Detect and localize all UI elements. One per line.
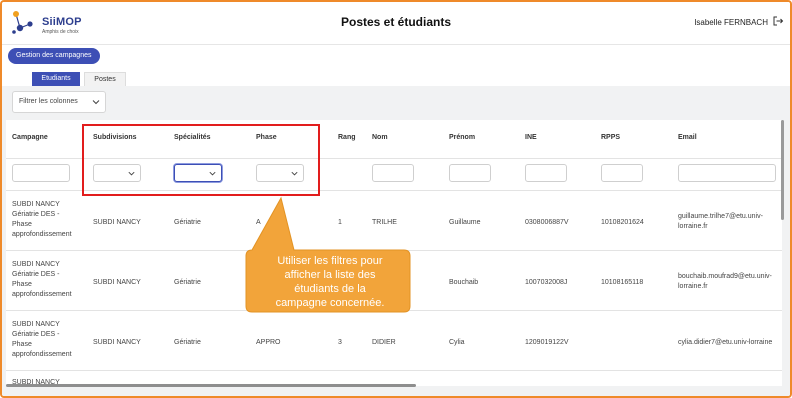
cell-rang: 1 bbox=[338, 219, 342, 226]
horizontal-scrollbar[interactable] bbox=[6, 384, 416, 387]
cell-subdivision: SUBDI NANCY bbox=[93, 279, 141, 286]
cell-ine: 0308006887V bbox=[525, 219, 569, 226]
top-bar: SiiMOP Amphis de choix Postes et étudian… bbox=[2, 2, 790, 45]
column-header-email[interactable]: Email bbox=[678, 134, 697, 141]
column-header-campagne[interactable]: Campagne bbox=[12, 134, 48, 141]
cell-campagne: SUBDI NANCY Gériatrie DES - Phase approfond… bbox=[12, 321, 72, 358]
cell-rang: 3 bbox=[338, 339, 342, 346]
filter-columns-dropdown[interactable]: Filtrer les colonnes bbox=[12, 91, 106, 113]
cell-specialite: Gériatrie bbox=[174, 279, 201, 286]
column-header-nom[interactable]: Nom bbox=[372, 134, 388, 141]
column-header-rang[interactable]: Rang bbox=[338, 134, 356, 141]
column-header-ine[interactable]: INE bbox=[525, 134, 537, 141]
cell-subdivision: SUBDI NANCY bbox=[93, 339, 141, 346]
cell-campagne: SUBDI NANCY Gériatrie DES - Phase approfond… bbox=[12, 201, 72, 238]
filter-prenom-input[interactable] bbox=[449, 164, 491, 182]
cell-specialite: Gériatrie bbox=[174, 339, 201, 346]
column-header-prenom[interactable]: Prénom bbox=[449, 134, 475, 141]
cell-email: guillaume.trilhe7@etu.univ-lorraine.fr bbox=[678, 213, 763, 230]
cell-ine: 1209019122V bbox=[525, 339, 569, 346]
tab-postes[interactable]: Postes bbox=[84, 72, 126, 87]
cell-subdivision: SUBDI NANCY bbox=[93, 219, 141, 226]
cell-campagne: SUBDI NANCY Gériatrie DES - Phase approfond… bbox=[12, 261, 72, 298]
cell-email: cylia.didier7@etu.univ-lorraine bbox=[678, 339, 773, 346]
cell-phase: A bbox=[256, 219, 261, 226]
column-header-rpps[interactable]: RPPS bbox=[601, 134, 620, 141]
cell-nom: TRILHE bbox=[372, 219, 397, 226]
page-title: Postes et étudiants bbox=[340, 15, 452, 29]
cell-prenom: Bouchaib bbox=[449, 279, 479, 286]
filter-ine-input[interactable] bbox=[525, 164, 567, 182]
filter-campagne-input[interactable] bbox=[12, 164, 70, 182]
filter-columns-label: Filtrer les colonnes bbox=[19, 98, 78, 105]
user-name[interactable]: Isabelle FERNBACH bbox=[694, 18, 768, 27]
row-divider bbox=[6, 250, 782, 251]
cell-email: bouchaib.moufrad9@etu.univ-lorraine.fr bbox=[678, 273, 772, 290]
cell-prenom: Guillaume bbox=[449, 219, 481, 226]
vertical-scrollbar[interactable] bbox=[781, 120, 784, 220]
logout-icon[interactable] bbox=[772, 15, 784, 27]
filters-highlight-box bbox=[82, 124, 320, 196]
cell-rpps: 10108165118 bbox=[601, 279, 644, 286]
cell-phase: APPRO bbox=[256, 339, 281, 346]
callout-text: Utiliser les filtres pour afficher la li… bbox=[275, 255, 385, 309]
cell-prenom: Cylia bbox=[449, 339, 465, 346]
filter-nom-input[interactable] bbox=[372, 164, 414, 182]
cell-ine: 1007032008J bbox=[525, 279, 568, 286]
logo-tagline: Amphis de choix bbox=[42, 29, 79, 35]
filter-rpps-input[interactable] bbox=[601, 164, 643, 182]
filter-email-input[interactable] bbox=[678, 164, 776, 182]
app-frame: SiiMOP Amphis de choix Postes et étudian… bbox=[0, 0, 792, 398]
row-divider bbox=[6, 370, 782, 371]
chevron-down-icon bbox=[92, 100, 100, 105]
row-divider bbox=[6, 310, 782, 311]
campaign-management-button[interactable]: Gestion des campagnes bbox=[8, 48, 100, 64]
tab-etudiants[interactable]: Etudiants bbox=[32, 72, 80, 86]
cell-specialite: Gériatrie bbox=[174, 219, 201, 226]
cell-rpps: 10108201624 bbox=[601, 219, 644, 226]
cell-nom: DIDIER bbox=[372, 339, 396, 346]
